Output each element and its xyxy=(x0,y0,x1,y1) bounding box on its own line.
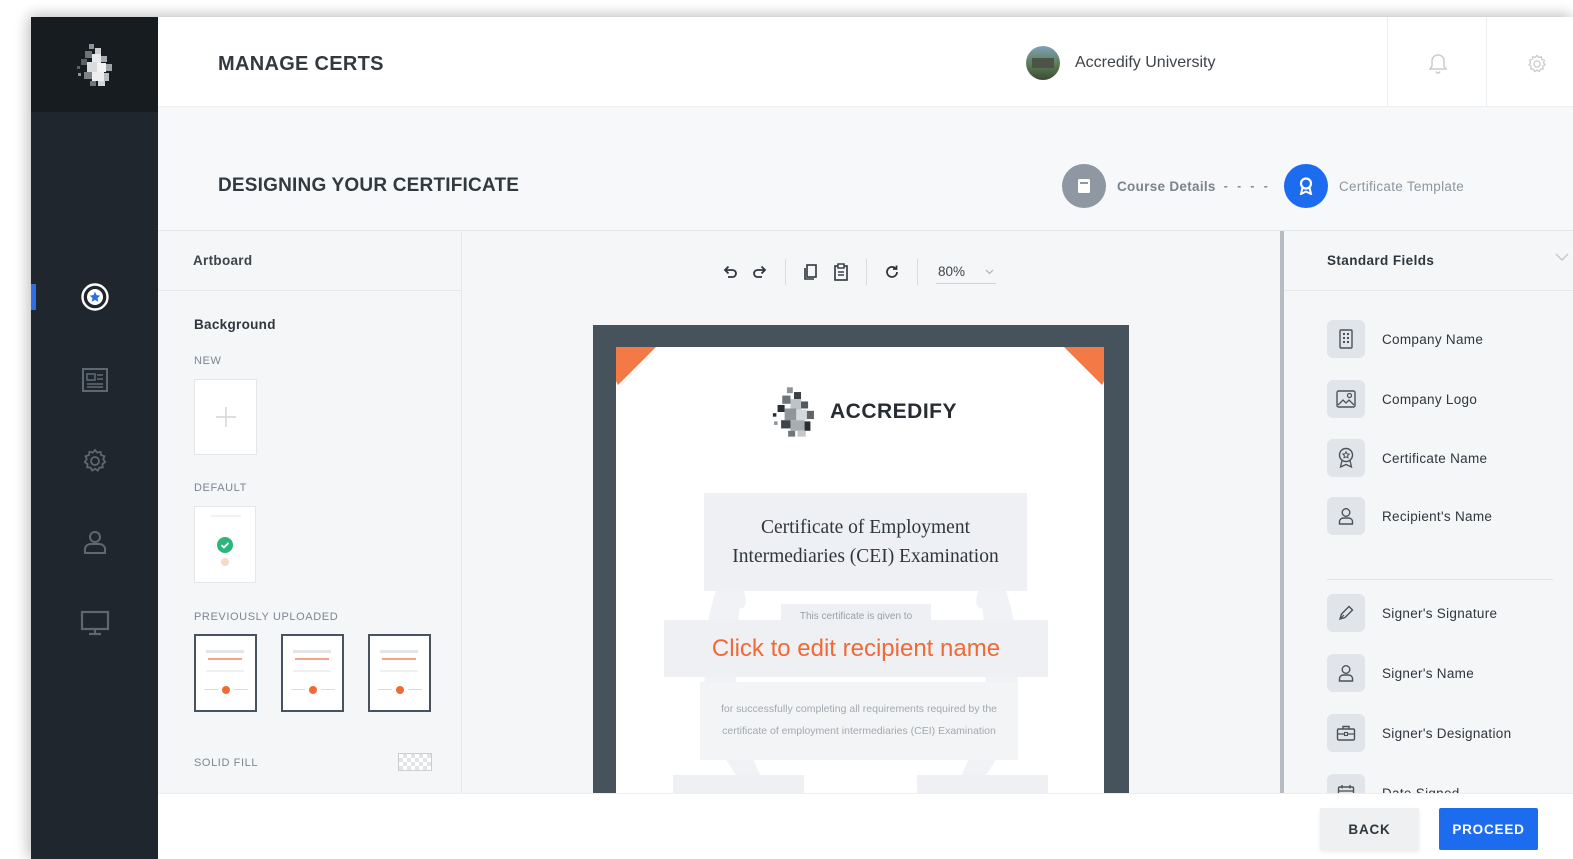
previously-uploaded-label: PREVIOUSLY UPLOADED xyxy=(194,611,339,623)
design-header: DESIGNING YOUR CERTIFICATE Course Detail… xyxy=(158,107,1573,231)
solid-fill-swatch[interactable] xyxy=(398,753,432,771)
pen-icon xyxy=(1327,594,1365,632)
field-label: Company Logo xyxy=(1382,391,1478,407)
field-certificate-name[interactable]: Certificate Name xyxy=(1327,439,1487,477)
field-label: Certificate Name xyxy=(1382,450,1488,466)
field-label: Signer's Name xyxy=(1382,665,1475,681)
description-line: for successfully completing all requirem… xyxy=(720,703,998,715)
field-recipient-name[interactable]: Recipient's Name xyxy=(1327,497,1492,535)
proceed-button[interactable]: PROCEED xyxy=(1439,808,1538,850)
certificate-canvas[interactable]: ACCREDIFY Certificate of Employment Inte… xyxy=(616,347,1104,817)
undo-icon[interactable] xyxy=(715,260,745,284)
zoom-value: 80% xyxy=(938,264,966,279)
standard-fields-header[interactable]: Standard Fields xyxy=(1284,231,1573,291)
field-company-logo[interactable]: Company Logo xyxy=(1327,380,1477,418)
field-label: Company Name xyxy=(1382,331,1484,347)
check-icon xyxy=(217,537,233,553)
account-switcher[interactable]: Accredify University xyxy=(1026,46,1215,80)
sidebar xyxy=(31,17,158,859)
header-divider xyxy=(1387,17,1388,107)
field-signer-signature[interactable]: Signer's Signature xyxy=(1327,594,1497,632)
briefcase-icon xyxy=(1327,714,1365,752)
background-heading: Background xyxy=(194,317,276,332)
zoom-select[interactable]: 80% xyxy=(936,260,996,284)
recipient-placeholder: Click to edit recipient name xyxy=(711,634,1001,662)
nav-users-icon[interactable] xyxy=(31,522,158,562)
app-logo[interactable] xyxy=(31,17,158,112)
page-title: MANAGE CERTS xyxy=(218,53,384,75)
toolbar-divider xyxy=(866,259,867,285)
toolbar-divider xyxy=(917,259,918,285)
nav-settings-icon[interactable] xyxy=(31,441,158,481)
step-label: Certificate Template xyxy=(1339,178,1465,194)
action-footer: BACK PROCEED xyxy=(158,793,1573,859)
building-icon xyxy=(1327,320,1365,358)
toolbar-divider xyxy=(785,259,786,285)
paste-icon[interactable] xyxy=(826,260,856,284)
artboard-title: Artboard xyxy=(193,253,253,268)
certificate-brand: ACCREDIFY xyxy=(830,400,958,423)
user-icon xyxy=(1327,497,1365,535)
artboard-header[interactable]: Artboard xyxy=(158,231,462,291)
user-icon xyxy=(1327,654,1365,692)
description-line: certificate of employment intermediaries… xyxy=(722,725,996,737)
certificate-logo[interactable]: ACCREDIFY xyxy=(768,385,957,439)
field-label: Recipient's Name xyxy=(1382,508,1493,524)
field-company-name[interactable]: Company Name xyxy=(1327,320,1483,358)
copy-icon[interactable] xyxy=(796,260,826,284)
award-icon xyxy=(1327,439,1365,477)
field-label: Signer's Designation xyxy=(1382,725,1512,741)
university-avatar xyxy=(1026,46,1060,80)
uploaded-background-thumb[interactable] xyxy=(368,634,431,712)
top-header: MANAGE CERTS Accredify University xyxy=(158,17,1573,107)
editor-toolbar: 80% xyxy=(715,259,996,285)
corner-ribbon-left xyxy=(616,347,656,385)
recipient-name-field[interactable]: Click to edit recipient name xyxy=(664,620,1048,677)
chevron-down-icon xyxy=(985,269,994,274)
default-label: DEFAULT xyxy=(194,482,247,494)
bell-icon[interactable] xyxy=(1428,53,1448,80)
refresh-icon[interactable] xyxy=(877,260,907,284)
add-background-button[interactable] xyxy=(194,379,257,455)
field-label: Signer's Signature xyxy=(1382,605,1498,621)
book-icon xyxy=(1062,164,1106,208)
design-title: DESIGNING YOUR CERTIFICATE xyxy=(218,175,520,196)
step-connector: - - - - xyxy=(1223,179,1271,193)
standard-fields-panel: Standard Fields Company Name Company Log… xyxy=(1280,231,1573,812)
accredify-logo-icon xyxy=(772,387,814,437)
chevron-down-icon[interactable] xyxy=(1555,253,1569,262)
description-field[interactable]: for successfully completing all requirem… xyxy=(700,682,1018,760)
uploaded-background-thumb[interactable] xyxy=(194,634,257,712)
app-window: MANAGE CERTS Accredify University DESIGN… xyxy=(31,17,1573,859)
default-background-thumb[interactable] xyxy=(194,506,256,583)
field-signer-name[interactable]: Signer's Name xyxy=(1327,654,1474,692)
plus-icon xyxy=(215,407,236,427)
fields-divider xyxy=(1327,579,1553,580)
back-button[interactable]: BACK xyxy=(1320,808,1419,850)
step-course-details[interactable]: Course Details - - - - xyxy=(1062,164,1271,208)
gear-icon[interactable] xyxy=(1526,53,1548,80)
certificate-title-field[interactable]: Certificate of Employment Intermediaries… xyxy=(704,493,1027,591)
header-divider xyxy=(1486,17,1487,107)
certificate-title-line: Intermediaries (CEI) Examination xyxy=(732,546,999,567)
image-icon xyxy=(1327,380,1365,418)
step-label: Course Details xyxy=(1117,178,1216,194)
field-signer-designation[interactable]: Signer's Designation xyxy=(1327,714,1511,752)
corner-ribbon-right xyxy=(1064,347,1104,385)
university-name: Accredify University xyxy=(1075,54,1216,71)
ribbon-icon xyxy=(1284,164,1328,208)
step-certificate-template[interactable]: Certificate Template xyxy=(1284,164,1464,208)
redo-icon[interactable] xyxy=(745,260,775,284)
uploaded-background-thumb[interactable] xyxy=(281,634,344,712)
solid-fill-label: SOLID FILL xyxy=(194,757,259,769)
artboard-panel: Artboard Background NEW DEFAULT PREVIOUS… xyxy=(158,231,462,811)
nav-certificates-icon[interactable] xyxy=(31,277,158,317)
certificate-frame: ACCREDIFY Certificate of Employment Inte… xyxy=(593,325,1129,817)
certificate-title-line: Certificate of Employment xyxy=(760,517,970,538)
nav-display-icon[interactable] xyxy=(31,603,158,643)
canvas-area: 80% ACCREDIFY Certificate of Employment … xyxy=(463,231,1280,817)
new-label: NEW xyxy=(194,355,222,367)
standard-fields-title: Standard Fields xyxy=(1327,253,1435,268)
nav-templates-icon[interactable] xyxy=(31,360,158,400)
